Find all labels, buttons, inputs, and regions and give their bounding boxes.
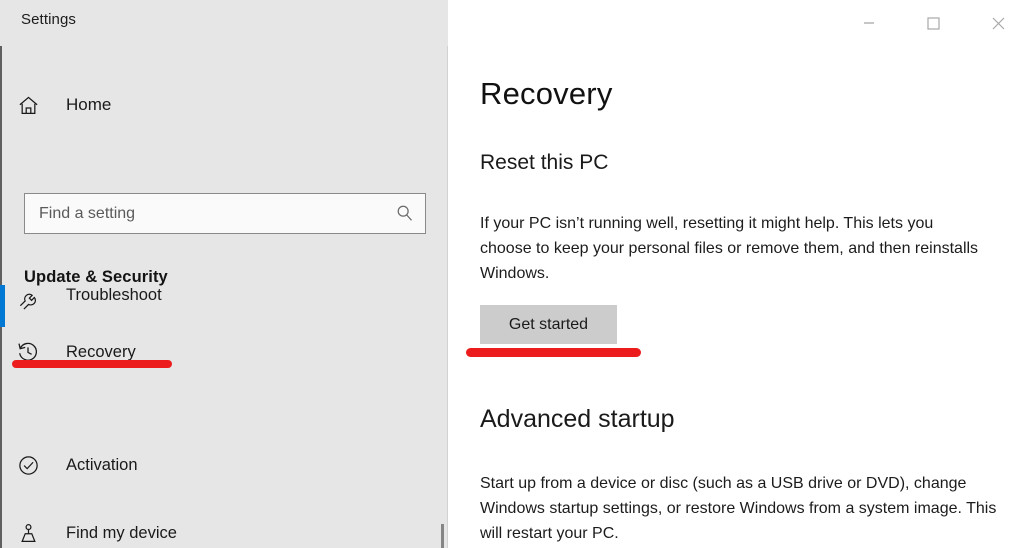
troubleshoot-icon: [2, 278, 54, 310]
page-title: Recovery: [480, 76, 613, 111]
maximize-button[interactable]: [910, 0, 956, 46]
advanced-startup-description: Start up from a device or disc (such as …: [480, 475, 997, 542]
close-button[interactable]: [975, 0, 1021, 46]
search-input[interactable]: [25, 194, 383, 233]
search-box[interactable]: [24, 193, 426, 234]
maximize-icon: [926, 16, 940, 30]
sidebar-scrollbar[interactable]: [441, 524, 444, 548]
minimize-button[interactable]: [846, 0, 892, 46]
sidebar-item-recovery-label: Recovery: [66, 342, 136, 361]
sidebar-item-activation[interactable]: Activation: [2, 441, 432, 489]
sidebar-selection-indicator: [0, 285, 5, 327]
check-circle-icon: [2, 454, 54, 477]
search-icon: [383, 204, 425, 223]
location-pin-icon: [2, 522, 54, 545]
sidebar-item-troubleshoot-label: Troubleshoot: [66, 286, 162, 304]
window-title: Settings: [21, 11, 76, 28]
close-icon: [992, 17, 1004, 29]
annotation-underline-get-started: [466, 348, 641, 357]
settings-window: Settings Home Find a setting Update & Se…: [0, 0, 1024, 548]
sidebar-item-home-label: Home: [66, 95, 112, 114]
home-icon: [2, 94, 54, 117]
annotation-underline-recovery: [12, 360, 172, 368]
sidebar: Home Update & Security Troubleshoot: [0, 46, 448, 548]
sidebar-item-troubleshoot[interactable]: Troubleshoot: [2, 262, 432, 310]
sidebar-item-find-my-device[interactable]: Find my device: [2, 509, 432, 548]
sidebar-item-home[interactable]: Home: [2, 84, 432, 126]
sidebar-divider: [447, 46, 448, 548]
sidebar-item-recovery[interactable]: Recovery: [2, 328, 432, 376]
reset-this-pc-heading: Reset this PC: [480, 151, 609, 174]
reset-this-pc-description: If your PC isn’t running well, resetting…: [480, 215, 979, 282]
sidebar-item-activation-label: Activation: [66, 455, 138, 474]
title-bar: Settings: [0, 0, 1024, 46]
minimize-icon: [864, 22, 874, 24]
sidebar-item-find-my-device-label: Find my device: [66, 523, 177, 542]
advanced-startup-heading: Advanced startup: [480, 405, 675, 433]
get-started-button[interactable]: Get started: [480, 305, 617, 344]
content-pane: Recovery Reset this PC If your PC isn’t …: [448, 46, 1024, 548]
